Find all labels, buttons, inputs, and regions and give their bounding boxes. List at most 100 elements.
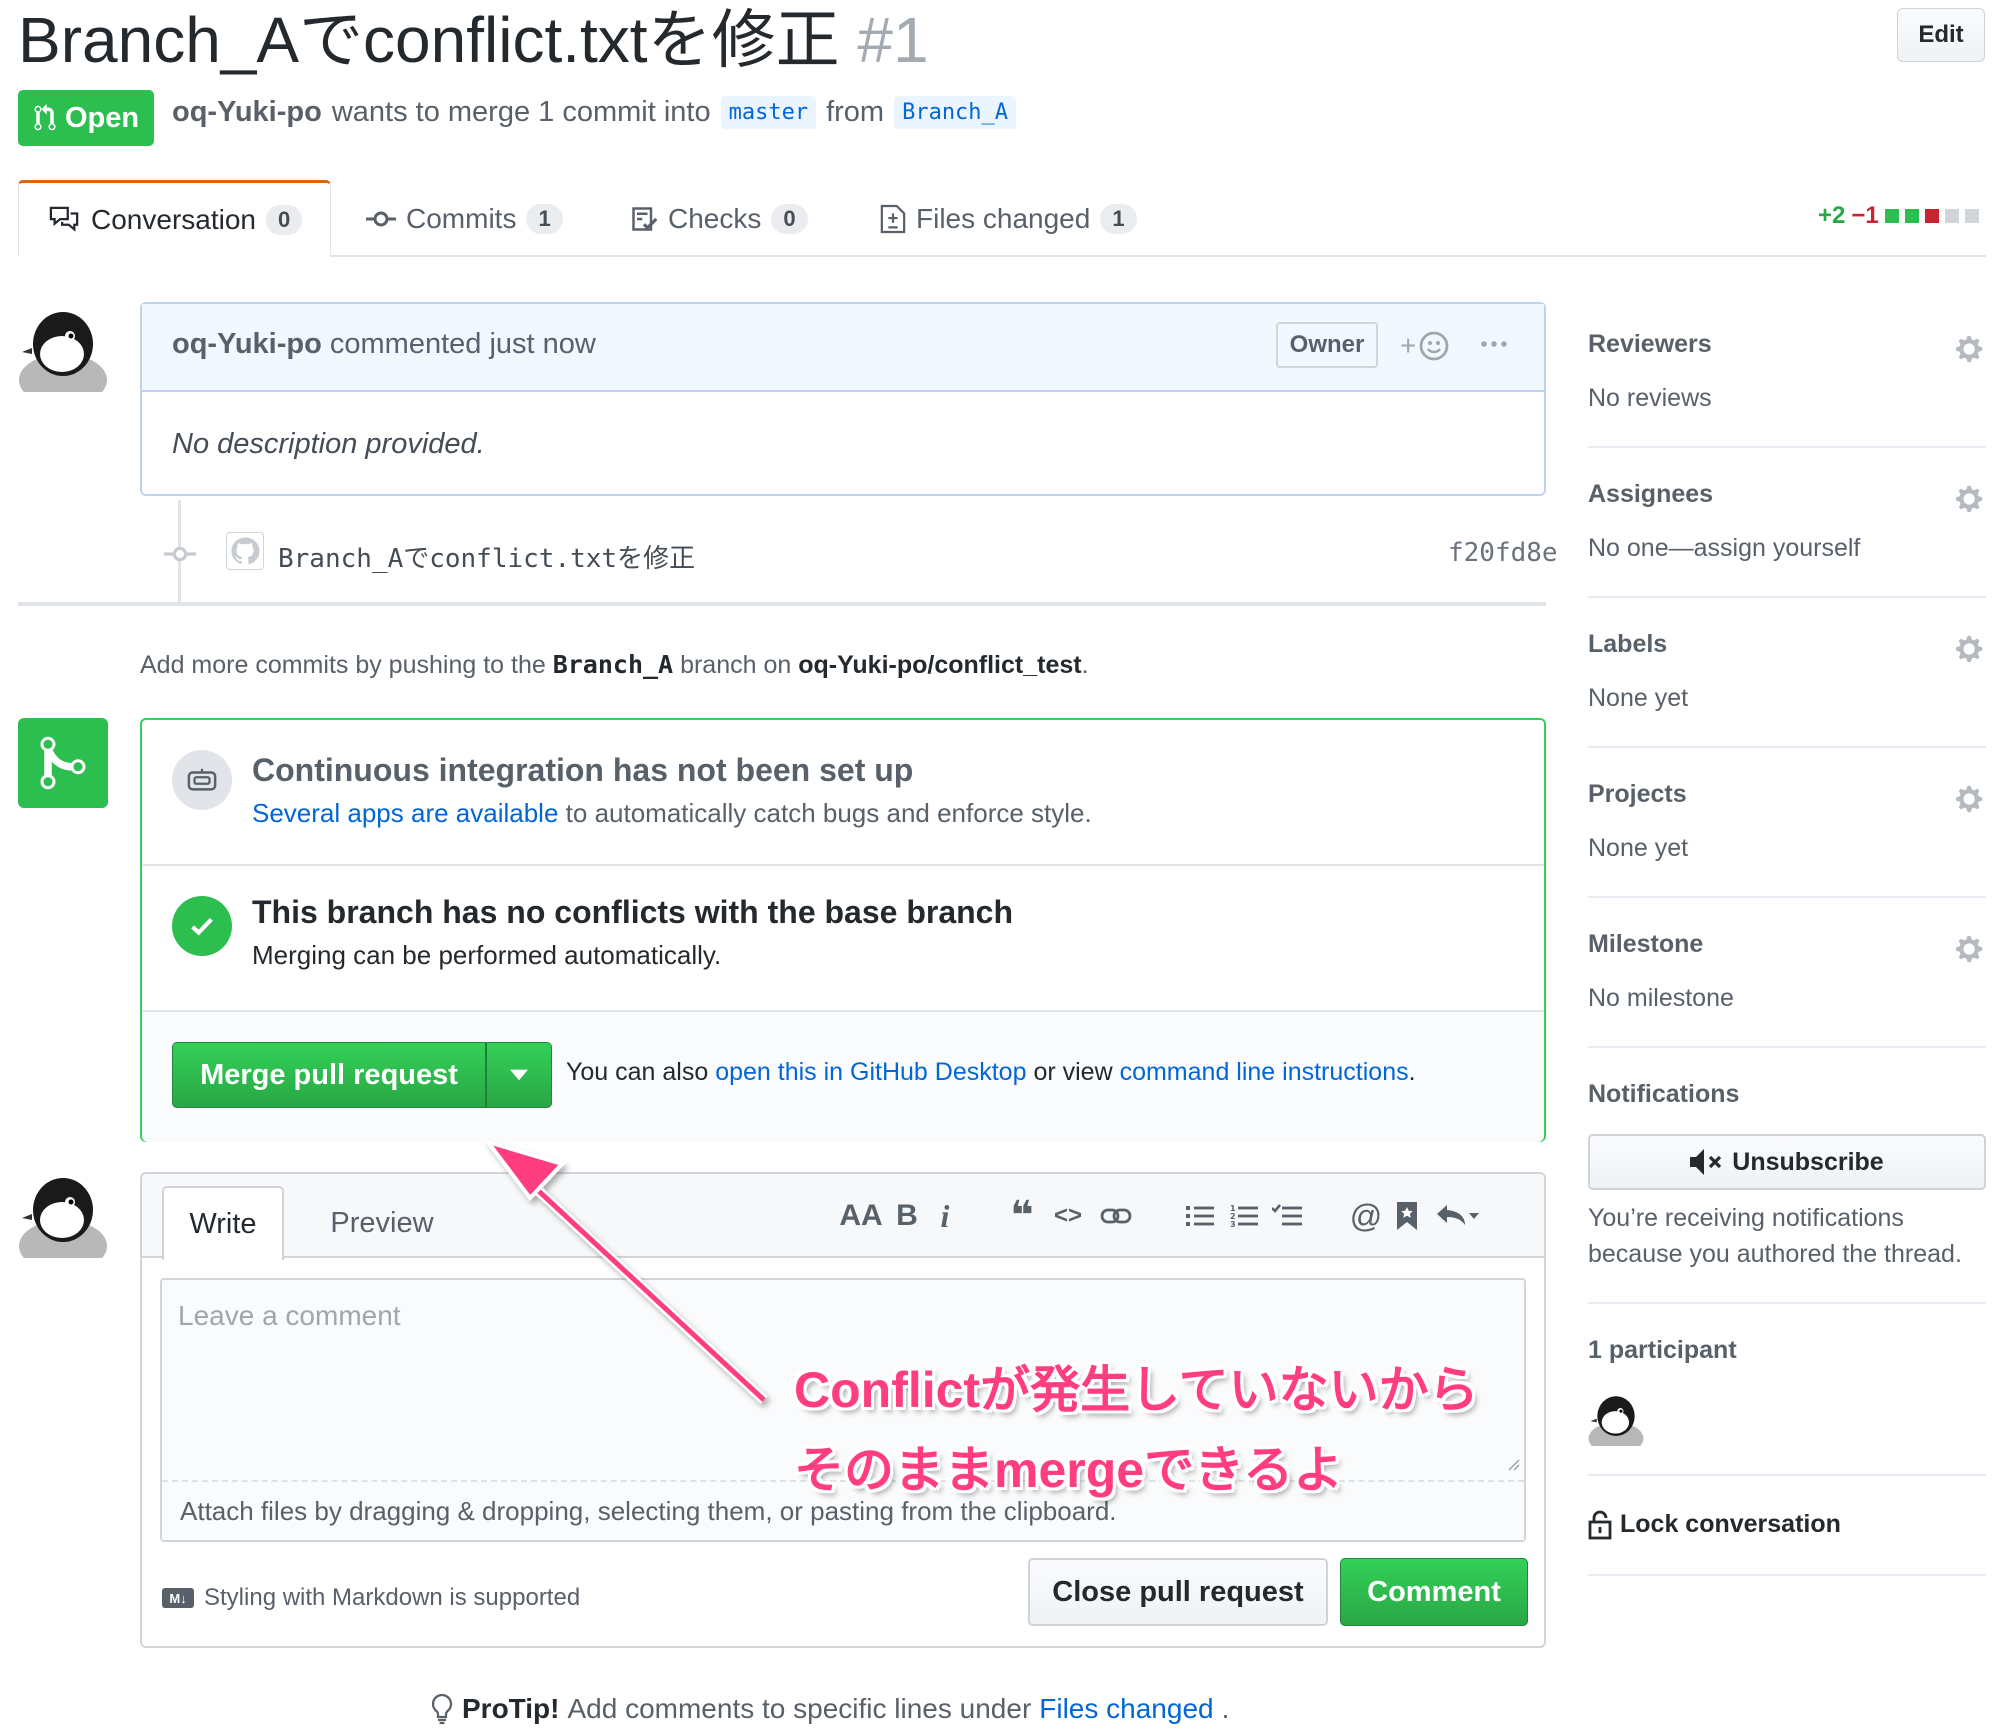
- pr-description-comment: oq-Yuki-po commented just now Owner + No…: [140, 302, 1546, 496]
- resize-handle-icon[interactable]: [1504, 1455, 1520, 1476]
- commit-avatar[interactable]: [226, 532, 264, 570]
- lock-conversation-button[interactable]: Lock conversation: [1588, 1508, 1841, 1540]
- gear-icon[interactable]: [1956, 484, 1986, 514]
- penguin-avatar-icon: [18, 1168, 108, 1258]
- gear-icon[interactable]: [1956, 334, 1986, 364]
- projects-heading[interactable]: Projects: [1588, 780, 1687, 809]
- push-note-repo[interactable]: oq-Yuki-po/conflict_test: [798, 651, 1081, 679]
- author-link[interactable]: oq-Yuki-po: [172, 96, 322, 129]
- header-text-icon[interactable]: AA: [838, 1196, 884, 1236]
- notifications-reason-line2: because you authored the thread.: [1588, 1240, 1962, 1268]
- mention-icon[interactable]: @: [1348, 1196, 1384, 1236]
- reply-icon[interactable]: [1432, 1196, 1482, 1236]
- merge-note-prefix: You can also: [566, 1058, 709, 1086]
- timeline-divider: [18, 602, 1546, 606]
- milestone-value: No milestone: [1588, 984, 1734, 1012]
- merge-text: wants to merge 1 commit into: [331, 96, 711, 128]
- caret-down-icon: [510, 1069, 528, 1081]
- merge-pull-request-button[interactable]: Merge pull request: [172, 1042, 486, 1108]
- ordered-list-icon[interactable]: 123: [1226, 1196, 1262, 1236]
- annotation-line-2: そのままmergeできるよ: [794, 1442, 1344, 1498]
- kebab-menu-icon[interactable]: [1478, 328, 1510, 365]
- tab-conversation-label: Conversation: [91, 204, 256, 235]
- sidebar-divider: [1588, 1302, 1986, 1304]
- ci-subtitle-rest: to automatically catch bugs and enforce …: [565, 798, 1092, 828]
- light-bulb-icon: [431, 1693, 453, 1725]
- penguin-avatar-icon: [18, 302, 108, 392]
- assignees-heading[interactable]: Assignees: [1588, 480, 1713, 509]
- pr-title-text: Branch_Aでconflict.txtを修正: [18, 4, 840, 76]
- tab-checks-label: Checks: [668, 202, 762, 234]
- comment-author[interactable]: oq-Yuki-po: [172, 328, 322, 360]
- reviewers-value: No reviews: [1588, 384, 1712, 412]
- diffstat-additions: +2: [1818, 202, 1846, 229]
- diffstat-block-added: [1904, 209, 1919, 223]
- milestone-heading[interactable]: Milestone: [1588, 930, 1703, 959]
- diffstat-block-added: [1884, 209, 1899, 223]
- close-pull-request-button[interactable]: Close pull request: [1028, 1558, 1328, 1626]
- tab-checks[interactable]: Checks 0: [630, 180, 808, 257]
- assignees-value[interactable]: No one—assign yourself: [1588, 534, 1860, 563]
- gear-icon[interactable]: [1956, 634, 1986, 664]
- commit-sha[interactable]: f20fd8e: [1448, 538, 1558, 568]
- git-merge-icon: [18, 718, 108, 808]
- tab-preview[interactable]: Preview: [312, 1186, 452, 1260]
- italic-icon[interactable]: i: [930, 1196, 960, 1236]
- gear-icon[interactable]: [1956, 784, 1986, 814]
- bold-icon[interactable]: B: [890, 1196, 924, 1236]
- unsubscribe-label: Unsubscribe: [1732, 1147, 1884, 1176]
- penguin-avatar-icon: [1588, 1390, 1644, 1446]
- pr-number: #1: [857, 4, 929, 76]
- commit-message[interactable]: Branch_Aでconflict.txtを修正: [278, 538, 695, 575]
- participant-avatar[interactable]: [1588, 1390, 1644, 1446]
- markdown-note[interactable]: M↓ Styling with Markdown is supported: [162, 1584, 580, 1612]
- tab-commits-label: Commits: [406, 202, 517, 234]
- github-octocat-icon: [231, 537, 260, 565]
- command-line-link[interactable]: command line instructions: [1120, 1058, 1409, 1086]
- sidebar-divider: [1588, 1574, 1986, 1576]
- open-desktop-link[interactable]: open this in GitHub Desktop: [715, 1058, 1026, 1086]
- add-reaction-button[interactable]: +: [1400, 330, 1450, 362]
- smiley-icon: [1419, 331, 1449, 361]
- ci-robot-icon: [172, 750, 232, 810]
- tab-write[interactable]: Write: [162, 1186, 284, 1260]
- tab-commits[interactable]: Commits 1: [366, 180, 563, 257]
- link-icon[interactable]: [1098, 1196, 1134, 1236]
- comment-header: oq-Yuki-po commented just now Owner +: [142, 304, 1544, 392]
- svg-text:3: 3: [1230, 1220, 1236, 1229]
- conflict-title: This branch has no conflicts with the ba…: [252, 894, 1014, 930]
- head-branch[interactable]: Branch_A: [894, 96, 1017, 129]
- base-branch[interactable]: master: [720, 96, 817, 129]
- pr-title: Branch_Aでconflict.txtを修正 #1: [18, 4, 929, 76]
- comment-form-header: Write Preview AA B i ❝ <> 123 @: [142, 1174, 1544, 1260]
- edit-button[interactable]: Edit: [1897, 8, 1985, 62]
- reviewers-heading[interactable]: Reviewers: [1588, 330, 1712, 359]
- comment-button[interactable]: Comment: [1340, 1558, 1528, 1626]
- saved-reply-bookmark-icon[interactable]: [1392, 1196, 1422, 1236]
- merge-box: Continuous integration has not been set …: [140, 718, 1546, 1142]
- task-list-icon[interactable]: [1268, 1196, 1306, 1236]
- unordered-list-icon[interactable]: [1182, 1196, 1218, 1236]
- merge-method-dropdown[interactable]: [486, 1042, 552, 1108]
- quote-icon[interactable]: ❝: [1004, 1194, 1040, 1238]
- tab-files-changed-label: Files changed: [916, 202, 1091, 234]
- tab-files-changed[interactable]: Files changed 1: [880, 180, 1137, 257]
- current-user-avatar[interactable]: [18, 1168, 108, 1258]
- push-note-branch: Branch_A: [552, 650, 674, 679]
- protip-files-changed-link[interactable]: Files changed: [1039, 1693, 1213, 1725]
- ci-apps-link[interactable]: Several apps are available: [252, 798, 558, 828]
- comment-body: No description provided.: [172, 428, 485, 460]
- owner-badge: Owner: [1276, 322, 1378, 368]
- lock-icon: [1588, 1510, 1612, 1540]
- status-label: Open: [64, 101, 140, 134]
- labels-heading[interactable]: Labels: [1588, 630, 1667, 659]
- author-avatar[interactable]: [18, 302, 108, 392]
- from-text: from: [826, 96, 885, 128]
- tab-conversation[interactable]: Conversation 0: [18, 180, 332, 257]
- tab-conversation-count: 0: [265, 205, 303, 235]
- code-icon[interactable]: <>: [1048, 1196, 1088, 1236]
- unsubscribe-button[interactable]: Unsubscribe: [1588, 1134, 1986, 1190]
- gear-icon[interactable]: [1956, 934, 1986, 964]
- comment-action[interactable]: commented just now: [330, 328, 596, 360]
- tab-checks-count: 0: [771, 203, 808, 234]
